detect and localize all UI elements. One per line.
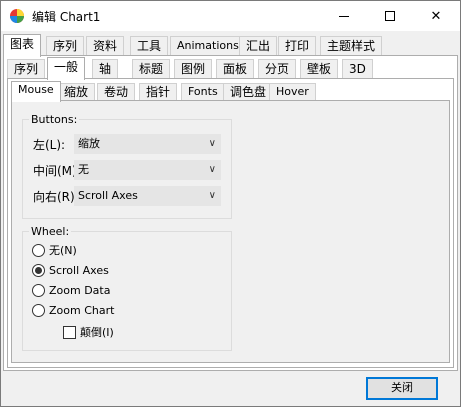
checkbox-icon: [63, 325, 76, 339]
minimize-icon[interactable]: [321, 1, 367, 31]
tab-print[interactable]: 打印: [278, 36, 317, 56]
chevron-down-icon: ∨: [208, 164, 216, 175]
invert-checkbox[interactable]: 颠倒(I): [63, 324, 114, 340]
radio-icon: [32, 283, 45, 297]
editor-window: 编辑 Chart1 ✕ 图表 序列 资料 工具 Animations 汇出 打印…: [0, 0, 461, 407]
buttons-group: Buttons: 左(L): 缩放 ∨ 中间(M) 无 ∨ 向右(R) Scro…: [22, 113, 232, 219]
right-button-select[interactable]: Scroll Axes ∨: [74, 186, 221, 206]
wheel-group: Wheel: 无(N) Scroll Axes Zoom Data Zoom C…: [22, 225, 232, 351]
tab-paging[interactable]: 分页: [258, 59, 297, 79]
buttons-group-label: Buttons:: [29, 113, 80, 126]
tab-fonts[interactable]: Fonts: [181, 83, 225, 101]
tab-series-list[interactable]: 序列: [7, 59, 46, 79]
tab-series[interactable]: 序列: [46, 36, 85, 56]
wheel-option-scroll-axes-label: Scroll Axes: [49, 263, 109, 277]
middle-button-select[interactable]: 无 ∨: [74, 160, 221, 180]
tab-zoom[interactable]: 缩放: [57, 83, 96, 101]
tab-3d[interactable]: 3D: [342, 59, 373, 79]
wheel-option-zoom-data[interactable]: Zoom Data: [32, 282, 110, 298]
title-bar[interactable]: 编辑 Chart1 ✕: [1, 1, 460, 31]
chevron-down-icon: ∨: [208, 190, 216, 201]
middle-button-value: 无: [78, 163, 89, 176]
tab-hover[interactable]: Hover: [269, 83, 316, 101]
right-button-label: 向右(R): [33, 190, 75, 204]
chevron-down-icon: ∨: [208, 138, 216, 149]
tab-titles[interactable]: 标题: [132, 59, 171, 79]
tab-palette[interactable]: 调色盘: [223, 83, 274, 101]
invert-checkbox-label: 颠倒(I): [80, 326, 114, 339]
chart-sub-tab-strip: 序列 一般 轴 标题 图例 面板 分页 壁板 3D: [7, 57, 447, 80]
wheel-option-zoom-data-label: Zoom Data: [49, 283, 111, 297]
left-button-select[interactable]: 缩放 ∨: [74, 134, 221, 154]
mouse-tab-pane: Buttons: 左(L): 缩放 ∨ 中间(M) 无 ∨ 向右(R) Scro…: [11, 100, 450, 363]
wheel-group-label: Wheel:: [29, 225, 72, 238]
wheel-option-scroll-axes[interactable]: Scroll Axes: [32, 262, 109, 278]
left-button-value: 缩放: [78, 137, 100, 150]
main-tab-strip: 图表 序列 资料 工具 Animations 汇出 打印 主题样式: [3, 34, 459, 57]
wheel-option-none[interactable]: 无(N): [32, 242, 77, 258]
tab-data[interactable]: 资料: [86, 36, 125, 56]
general-sub-tab-strip: Mouse 缩放 卷动 指针 Fonts 调色盘 Hover: [11, 81, 451, 102]
radio-icon: [32, 243, 45, 257]
tab-axis[interactable]: 轴: [92, 59, 119, 79]
chart-app-icon: [10, 9, 24, 23]
tab-animations[interactable]: Animations: [170, 36, 246, 56]
tab-panel[interactable]: 面板: [216, 59, 255, 79]
tab-cursor[interactable]: 指针: [139, 83, 178, 101]
tab-mouse[interactable]: Mouse: [11, 81, 61, 102]
tab-themes[interactable]: 主题样式: [320, 36, 383, 56]
maximize-icon[interactable]: [367, 1, 413, 31]
wheel-option-zoom-chart[interactable]: Zoom Chart: [32, 302, 114, 318]
left-button-label: 左(L):: [33, 138, 66, 152]
wheel-option-zoom-chart-label: Zoom Chart: [49, 303, 115, 317]
tab-chart[interactable]: 图表: [3, 34, 42, 57]
window-title: 编辑 Chart1: [32, 10, 101, 24]
radio-icon: [32, 303, 45, 317]
middle-button-label: 中间(M): [33, 164, 77, 178]
wheel-option-none-label: 无(N): [49, 244, 77, 257]
radio-selected-icon: [32, 263, 45, 277]
tab-export[interactable]: 汇出: [239, 36, 278, 56]
tab-legend[interactable]: 图例: [174, 59, 213, 79]
right-button-value: Scroll Axes: [78, 189, 138, 202]
close-icon[interactable]: ✕: [413, 1, 459, 31]
tab-general[interactable]: 一般: [47, 57, 86, 80]
tab-walls[interactable]: 壁板: [300, 59, 339, 79]
close-button[interactable]: 关闭: [366, 377, 438, 400]
tab-scroll[interactable]: 卷动: [97, 83, 136, 101]
tab-tools[interactable]: 工具: [130, 36, 169, 56]
